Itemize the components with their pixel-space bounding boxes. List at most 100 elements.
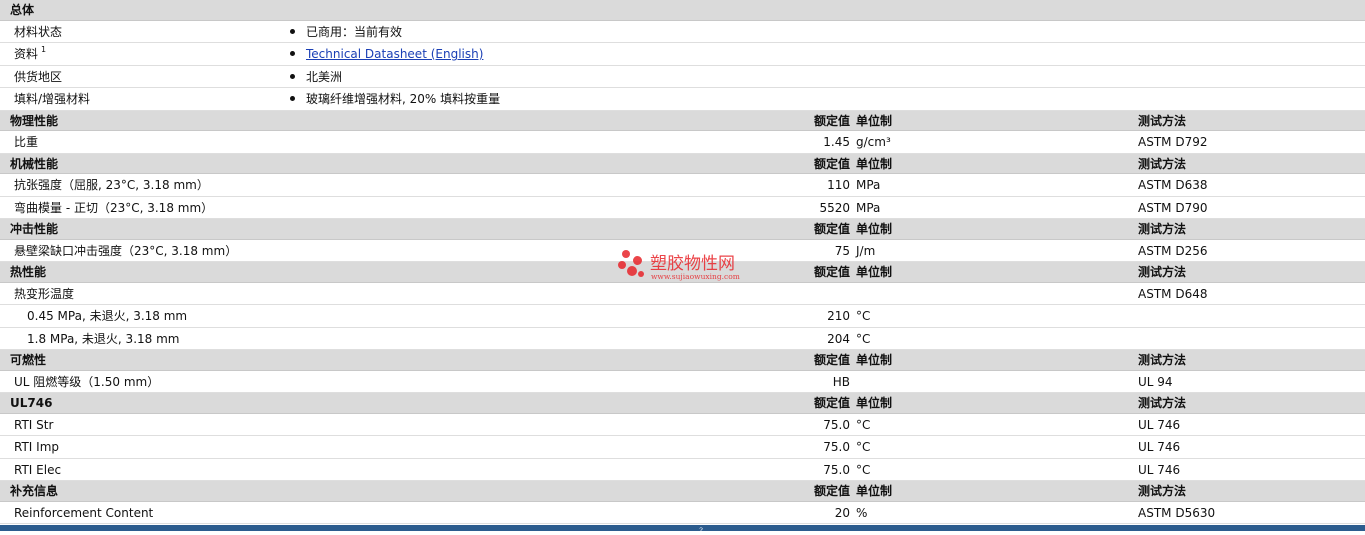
row-label: 供货地区 (14, 69, 63, 84)
property-label: 1.8 MPa, 未退火, 3.18 mm (27, 331, 180, 346)
property-label: RTI Str (14, 417, 54, 432)
property-unit: g/cm³ (856, 135, 891, 149)
general-row: 资料 1 Technical Datasheet (English) (0, 43, 1365, 66)
col-header-unit: 单位制 (856, 353, 893, 367)
property-label: Reinforcement Content (14, 505, 154, 520)
property-row: Reinforcement Content 20 % ASTM D5630 (0, 502, 1365, 524)
col-header-unit: 单位制 (856, 113, 893, 128)
property-value: 1.45 (823, 135, 850, 149)
property-value: HB (832, 374, 850, 389)
section-title: 补充信息 (10, 484, 59, 498)
col-header-test: 测试方法 (1138, 484, 1187, 498)
property-value: 75.0 (823, 462, 850, 477)
property-row: RTI Imp 75.0 °C UL 746 (0, 436, 1365, 459)
section-header-ul746: UL746 额定值 单位制 测试方法 (0, 393, 1365, 414)
property-row: 弯曲模量 - 正切（23°C, 3.18 mm） 5520 MPa ASTM D… (0, 197, 1365, 219)
property-label: 抗张强度（屈服, 23°C, 3.18 mm） (14, 178, 209, 192)
property-test: ASTM D5630 (1138, 505, 1216, 520)
property-row: 抗张强度（屈服, 23°C, 3.18 mm） 110 MPa ASTM D63… (0, 174, 1365, 197)
property-row: RTI Elec 75.0 °C UL 746 (0, 459, 1365, 481)
property-value: 5520 (819, 200, 850, 215)
property-label: RTI Elec (14, 462, 62, 477)
property-label: RTI Imp (14, 440, 59, 454)
col-header-test: 测试方法 (1138, 113, 1187, 128)
property-value: 110 (827, 178, 850, 192)
property-value: 75.0 (823, 417, 850, 432)
property-unit: °C (856, 440, 871, 454)
col-header-test: 测试方法 (1138, 396, 1187, 410)
section-title: 总体 (10, 3, 35, 17)
col-header-value: 额定值 (813, 222, 850, 236)
property-subrow: 0.45 MPa, 未退火, 3.18 mm 210 °C (0, 305, 1365, 328)
col-header-unit: 单位制 (856, 222, 893, 236)
property-test: ASTM D648 (1138, 286, 1208, 301)
col-header-value: 额定值 (813, 113, 850, 128)
property-unit: °C (856, 309, 871, 323)
section-title: 可燃性 (10, 353, 47, 367)
col-header-unit: 单位制 (856, 484, 893, 498)
col-header-value: 额定值 (813, 156, 850, 171)
property-test: ASTM D792 (1138, 135, 1208, 149)
property-unit: MPa (856, 178, 881, 192)
section-header-impact: 冲击性能 额定值 单位制 测试方法 (0, 219, 1365, 240)
col-header-unit: 单位制 (856, 265, 893, 279)
property-test: UL 746 (1138, 417, 1181, 432)
property-test: ASTM D790 (1138, 200, 1208, 215)
row-value: 北美洲 (290, 66, 342, 88)
col-header-test: 测试方法 (1138, 156, 1187, 171)
bottom-bar: ﹖ (0, 525, 1365, 534)
bullet-icon (290, 73, 295, 79)
bullet-icon (290, 96, 295, 101)
property-label: 悬壁梁缺口冲击强度（23°C, 3.18 mm） (14, 243, 238, 258)
col-header-value: 额定值 (813, 353, 850, 367)
row-label: 填料/增强材料 (14, 92, 91, 106)
property-row: 热变形温度 ASTM D648 (0, 283, 1365, 305)
col-header-unit: 单位制 (856, 396, 893, 410)
col-header-value: 额定值 (813, 484, 850, 498)
section-title: 热性能 (10, 265, 47, 279)
property-test: UL 746 (1138, 440, 1181, 454)
row-value: 玻璃纤维增强材料, 20% 填料按重量 (290, 88, 500, 110)
section-title: 机械性能 (10, 156, 59, 171)
property-unit: °C (856, 462, 871, 477)
property-value: 75 (834, 243, 850, 258)
property-test: ASTM D256 (1138, 243, 1208, 258)
col-header-value: 额定值 (813, 396, 850, 410)
property-test: UL 746 (1138, 462, 1181, 477)
col-header-value: 额定值 (813, 265, 850, 279)
bullet-icon (290, 28, 295, 34)
property-label: 比重 (14, 135, 39, 149)
row-value: Technical Datasheet (English) (290, 43, 483, 65)
property-unit: °C (856, 331, 871, 346)
property-value: 210 (827, 309, 850, 323)
col-header-unit: 单位制 (856, 156, 893, 171)
section-title: 物理性能 (10, 113, 59, 128)
watermark-name: 塑胶物性网 (650, 254, 735, 274)
property-unit: °C (856, 417, 871, 432)
general-row: 供货地区 北美洲 (0, 66, 1365, 88)
property-label: 热变形温度 (14, 286, 75, 301)
property-value: 75.0 (823, 440, 850, 454)
watermark-logo: 塑胶物性网 www.sujiaowuxing.com (618, 249, 758, 285)
watermark-url: www.sujiaowuxing.com (651, 272, 740, 281)
section-header-physical: 物理性能 额定值 单位制 测试方法 (0, 110, 1365, 131)
section-title: 冲击性能 (10, 222, 59, 236)
section-header-supplemental: 补充信息 额定值 单位制 测试方法 (0, 481, 1365, 502)
property-value: 204 (827, 331, 850, 346)
property-row: UL 阻燃等级（1.50 mm） HB UL 94 (0, 371, 1365, 393)
footnote-marker: 1 (41, 45, 47, 54)
col-header-test: 测试方法 (1138, 353, 1187, 367)
property-test: UL 94 (1138, 374, 1173, 389)
datasheet-link[interactable]: Technical Datasheet (English) (306, 47, 483, 61)
row-value: 已商用：当前有效 (290, 21, 402, 43)
property-test: ASTM D638 (1138, 178, 1208, 192)
property-unit: J/m (856, 243, 876, 258)
property-value: 20 (834, 505, 850, 520)
section-header-mechanical: 机械性能 额定值 单位制 测试方法 (0, 153, 1365, 174)
col-header-test: 测试方法 (1138, 265, 1187, 279)
row-label: 资料 1 (14, 45, 47, 61)
col-header-test: 测试方法 (1138, 222, 1187, 236)
property-label: 0.45 MPa, 未退火, 3.18 mm (27, 309, 188, 323)
property-row: 比重 1.45 g/cm³ ASTM D792 (0, 131, 1365, 154)
row-label: 材料状态 (14, 24, 63, 39)
